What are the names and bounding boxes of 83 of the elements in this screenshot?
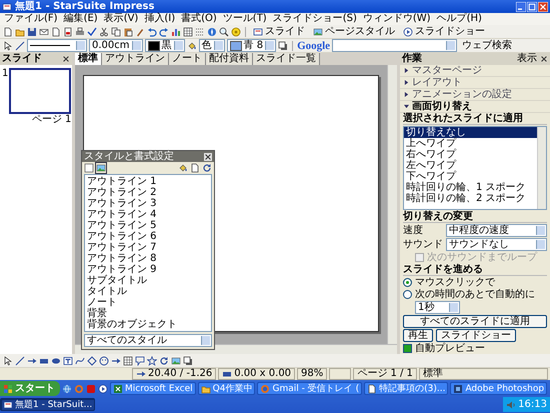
slideshow-button[interactable]: スライドショー: [436, 329, 516, 342]
line-width-field[interactable]: 0.00cm: [89, 39, 143, 52]
group-label: 選択されたスライドに適用: [403, 113, 547, 125]
taskbar-button[interactable]: Q4作業中: [198, 382, 256, 395]
transition-item[interactable]: 上へワイプ: [404, 138, 537, 149]
taskbar-button[interactable]: Microsoft Excel: [110, 382, 196, 395]
style-item[interactable]: タイトル: [87, 286, 209, 297]
menu-item[interactable]: 挿入(I): [144, 13, 176, 25]
page-indicator: ページ 1 / 1: [353, 368, 417, 380]
style-item[interactable]: アウトライン 9: [87, 264, 209, 275]
apply-all-button[interactable]: すべてのスライドに適用: [403, 315, 547, 328]
section-header[interactable]: レイアウト: [400, 77, 550, 89]
transition-item[interactable]: 下へワイプ: [404, 171, 537, 182]
transition-item[interactable]: 時計回りの輪、1 スポーク: [404, 182, 537, 193]
menu-item[interactable]: ヘルプ(H): [436, 13, 482, 25]
speed-dropdown[interactable]: 中程度の速度: [446, 224, 547, 237]
line-color-dropdown[interactable]: 黒: [144, 39, 185, 52]
style-item[interactable]: アウトライン 3: [87, 198, 209, 209]
checkbox-label: 次のサウンドまでループ: [427, 252, 537, 263]
area-style-dropdown[interactable]: 色: [198, 39, 225, 52]
transition-item[interactable]: 左へワイプ: [404, 160, 537, 171]
cursor-position: 20.40 / -1.26: [148, 368, 212, 380]
style-item[interactable]: アウトライン 8: [87, 253, 209, 264]
clock: 16:13: [518, 398, 547, 410]
menu-item[interactable]: スライドショー(S): [272, 13, 357, 25]
group-label: 切り替えの変更: [403, 211, 547, 223]
pane-title: 作業: [402, 53, 422, 65]
taskbar-button[interactable]: 特記事項の(3)...: [364, 382, 448, 395]
style-item[interactable]: 背景のオブジェクト: [87, 319, 209, 330]
view-tab[interactable]: 配付資料: [206, 53, 253, 65]
style-item[interactable]: サブタイトル: [87, 275, 209, 286]
checkbox-label: 自動プレビュー: [415, 343, 485, 354]
window-title: スタイルと書式設定: [84, 150, 174, 162]
google-logo: Google: [297, 40, 330, 52]
start-button[interactable]: スタート: [0, 381, 60, 396]
style-item[interactable]: アウトライン 1: [87, 176, 209, 187]
toolbar-button[interactable]: スライドショー: [400, 25, 488, 38]
group-label: スライドを進める: [403, 264, 547, 276]
play-button[interactable]: 再生: [403, 329, 433, 342]
sound-dropdown[interactable]: サウンドなし: [446, 238, 547, 251]
field-label: 速度: [403, 224, 424, 236]
object-size: 0.00 x 0.00: [234, 368, 292, 380]
menu-item[interactable]: ウィンドウ(W): [362, 13, 431, 25]
style-filter-dropdown[interactable]: すべてのスタイル: [84, 334, 212, 347]
transition-item[interactable]: 時計回りの輪、2 スポーク: [404, 193, 537, 204]
section-header[interactable]: アニメーションの設定: [400, 89, 550, 101]
slide-label: ページ 1: [32, 114, 72, 126]
view-tab[interactable]: ノート: [169, 53, 206, 65]
section-header[interactable]: 画面切り替え: [400, 101, 550, 113]
view-tab[interactable]: スライド一覧: [253, 53, 320, 65]
view-menu[interactable]: 表示: [517, 53, 537, 65]
style-item[interactable]: アウトライン 5: [87, 220, 209, 231]
view-tab[interactable]: アウトライン: [102, 53, 169, 65]
field-label: サウンド: [403, 238, 443, 250]
radio-label: マウスクリックで: [415, 277, 495, 288]
transition-item[interactable]: 右へワイプ: [404, 149, 537, 160]
menu-item[interactable]: 表示(V): [104, 13, 138, 25]
view-tab[interactable]: 標準: [75, 53, 102, 65]
toolbar-button[interactable]: スライド: [250, 25, 308, 38]
section-header[interactable]: マスターページ: [400, 65, 550, 77]
web-search-button[interactable]: ウェブ検索: [459, 39, 516, 52]
menu-item[interactable]: 書式(O): [181, 13, 217, 25]
style-item[interactable]: ノート: [87, 297, 209, 308]
style-item[interactable]: アウトライン 6: [87, 231, 209, 242]
radio-label: 次の時間のあとで自動的に: [415, 289, 535, 300]
pane-title: スライド: [2, 53, 42, 65]
toolbar-button[interactable]: ページスタイル: [310, 25, 398, 38]
window-title: 無題1 - StarSuite Impress: [15, 0, 156, 12]
delay-spinner[interactable]: 1秒: [415, 301, 460, 314]
menu-item[interactable]: ツール(T): [222, 13, 267, 25]
transition-item[interactable]: 切り替えなし: [404, 127, 537, 138]
area-color-dropdown[interactable]: 青 8: [226, 39, 276, 52]
taskbar-button[interactable]: Gmail - 受信トレイ (: [257, 382, 362, 395]
menu-item[interactable]: 編集(E): [64, 13, 98, 25]
slide-number: 1: [2, 68, 8, 81]
style-item[interactable]: アウトライン 2: [87, 187, 209, 198]
style-item[interactable]: 背景: [87, 308, 209, 319]
style-item[interactable]: アウトライン 4: [87, 209, 209, 220]
style-item[interactable]: アウトライン 7: [87, 242, 209, 253]
taskbar-button[interactable]: Adobe Photoshop: [450, 382, 548, 395]
taskbar-button[interactable]: 無題1 - StarSuit...: [0, 398, 96, 411]
menu-item[interactable]: ファイル(F): [4, 13, 58, 25]
layout-name: 標準: [418, 368, 548, 380]
